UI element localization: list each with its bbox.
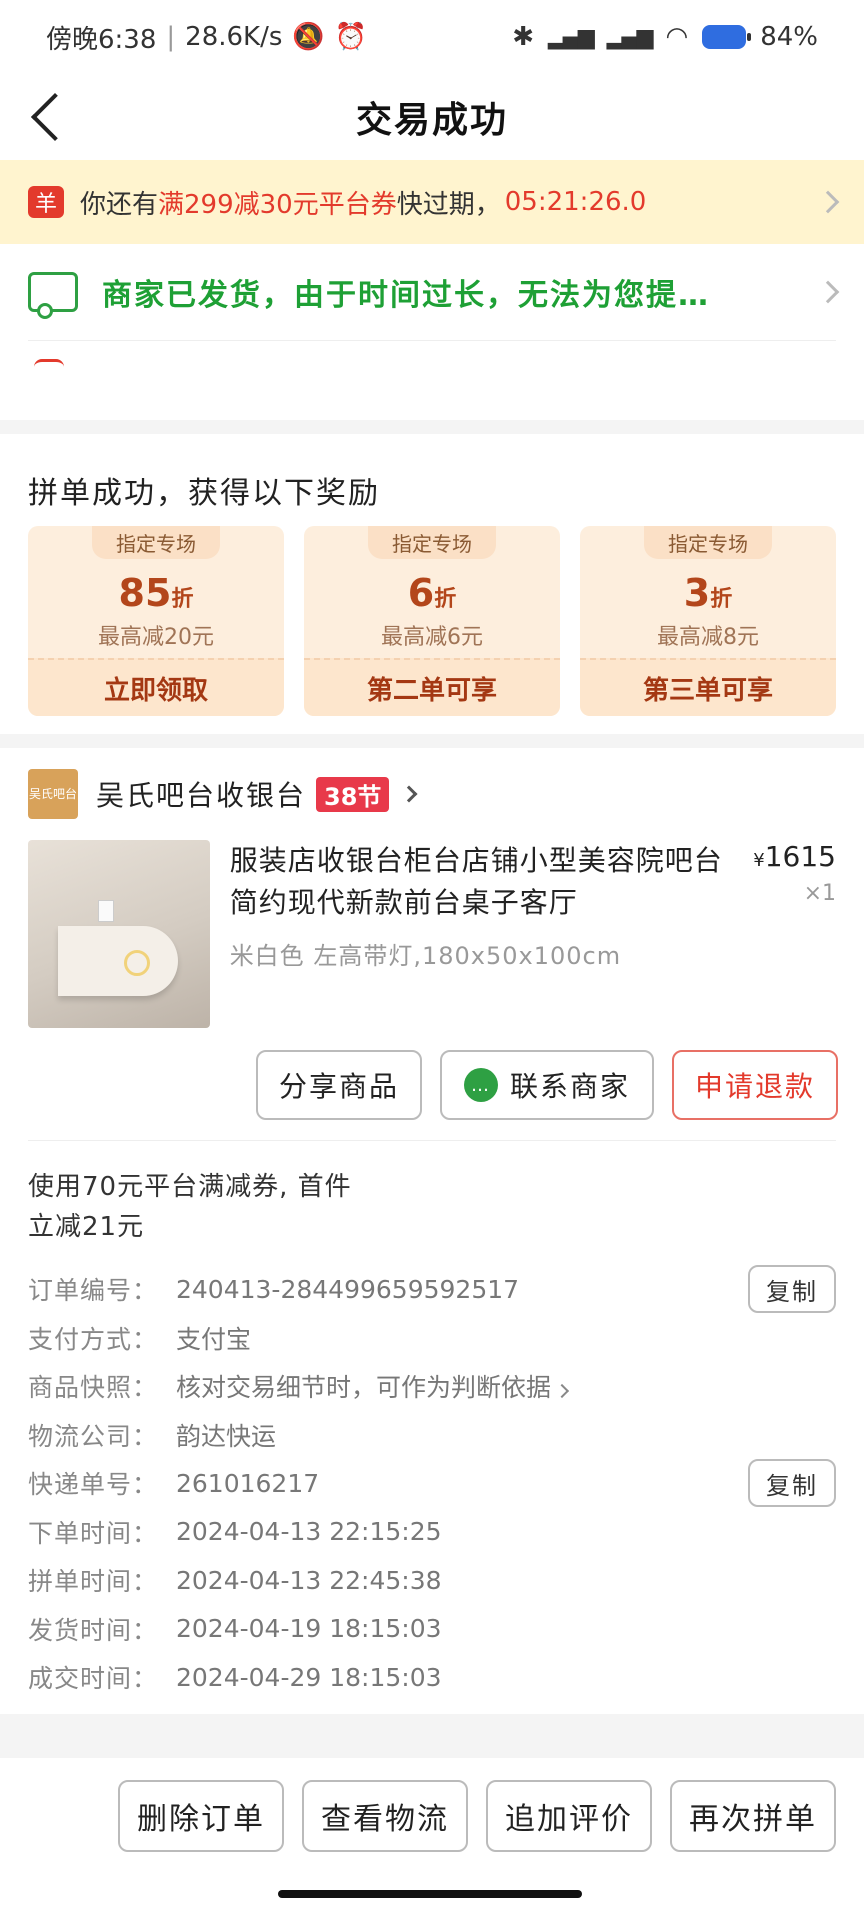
chevron-right-icon [400, 785, 418, 803]
reward-max: 最高减20元 [98, 625, 214, 650]
status-bar: 傍晚6:38 | 28.6K/s 🔕 ⏰ ✱ ▂▄▆ ▂▄▆ ◠ 84% [0, 0, 864, 74]
reward-discount: 85折 [118, 571, 194, 615]
reward-card[interactable]: 指定专场 6折 最高减6元 第二单可享 [304, 526, 560, 716]
reward-tag: 指定专场 [368, 526, 496, 559]
info-row: 成交时间： 2024-04-29 18:15:03 [28, 1653, 836, 1702]
reward-card[interactable]: 指定专场 85折 最高减20元 立即领取 [28, 526, 284, 716]
refund-button[interactable]: 申请退款 [672, 1050, 838, 1120]
logistics-company: 韵达快运 [176, 1421, 277, 1451]
info-row: 支付方式： 支付宝 [28, 1314, 836, 1363]
order-info: 订单编号： 240413-284499659592517 复制 支付方式： 支付… [0, 1265, 864, 1702]
view-logistics-button[interactable]: 查看物流 [302, 1780, 468, 1852]
product-spec: 米白色 左高带灯,180x50x100cm [229, 942, 622, 970]
share-button[interactable]: 分享商品 [256, 1050, 422, 1120]
rebuy-button[interactable]: 再次拼单 [670, 1780, 836, 1852]
wifi-icon: ◠ [665, 22, 689, 52]
shipping-status-row[interactable]: 商家已发货，由于时间过长，无法为您提… [0, 244, 864, 340]
shop-row[interactable]: 吴氏吧台 吴氏吧台收银台 38节 [0, 748, 864, 840]
back-icon[interactable] [26, 90, 66, 142]
page-title: 交易成功 [355, 100, 508, 141]
reward-discount: 6折 [407, 571, 457, 615]
coupon-suffix: 快过期， [396, 189, 501, 220]
signal-icon: ▂▄▆ [547, 24, 595, 50]
copy-tracking-number-button[interactable]: 复制 [748, 1459, 836, 1508]
coupon-expiry-bar[interactable]: 羊 你还有 满299减30元平台券 快过期， 05:21:26.0 [0, 160, 864, 244]
nav-bar: 交易成功 [0, 74, 864, 160]
chevron-right-icon [816, 280, 840, 304]
reward-tag: 指定专场 [644, 526, 772, 559]
truck-icon [28, 272, 78, 319]
goods-item[interactable]: 服装店收银台柜台店铺小型美容院吧台简约现代新款前台桌子客厅 米白色 左高带灯,1… [0, 840, 864, 1050]
contact-seller-button[interactable]: … 联系商家 [440, 1050, 654, 1120]
reward-max: 最高减6元 [381, 625, 483, 650]
product-title: 服装店收银台柜台店铺小型美容院吧台简约现代新款前台桌子客厅 [229, 844, 723, 919]
info-row: 订单编号： 240413-284499659592517 复制 [28, 1265, 836, 1314]
reward-section: 拼单成功，获得以下奖励 指定专场 85折 最高减20元 立即领取 指定专场 6折… [0, 434, 864, 734]
copy-order-number-button[interactable]: 复制 [748, 1265, 836, 1314]
info-row: 发货时间： 2024-04-19 18:15:03 [28, 1605, 836, 1654]
done-time: 2024-04-29 18:15:03 [176, 1662, 442, 1692]
clock: 傍晚6:38 [46, 24, 157, 55]
signal-icon: ▂▄▆ [606, 24, 654, 50]
snapshot-text: 核对交易细节时，可作为判断依据 [176, 1368, 836, 1404]
info-row: 下单时间： 2024-04-13 22:15:25 [28, 1508, 836, 1557]
reward-tag: 指定专场 [92, 526, 220, 559]
reward-card[interactable]: 指定专场 3折 最高减8元 第三单可享 [580, 526, 836, 716]
product-quantity: ×1 [803, 881, 836, 906]
coupon-highlight: 满299减30元平台券 [158, 189, 397, 220]
battery-level: 84% [760, 22, 818, 52]
shop-logo: 吴氏吧台 [28, 769, 78, 819]
reward-action: 第三单可享 [580, 658, 836, 716]
add-review-button[interactable]: 追加评价 [486, 1780, 652, 1852]
info-row: 拼单时间： 2024-04-13 22:45:38 [28, 1556, 836, 1605]
chat-icon: … [463, 1068, 498, 1102]
shop-name: 吴氏吧台收银台 [96, 779, 307, 812]
chevron-right-icon [816, 190, 840, 214]
tracking-number: 261016217 [176, 1468, 320, 1498]
coupon-prefix: 你还有 [80, 189, 159, 220]
battery-icon [702, 25, 752, 49]
bluetooth-icon: ✱ [512, 22, 534, 52]
divider [28, 340, 836, 341]
snapshot-row[interactable]: 商品快照： 核对交易细节时，可作为判断依据 [28, 1362, 836, 1411]
shipping-status-text: 商家已发货，由于时间过长，无法为您提… [102, 278, 710, 313]
alarm-icon: ⏰ [334, 22, 368, 52]
chevron-right-icon [554, 1384, 570, 1399]
product-price: ¥1615 [753, 840, 836, 873]
reward-title: 拼单成功，获得以下奖励 [28, 476, 380, 511]
festival-badge: 38节 [316, 776, 390, 812]
coupon-timer: 05:21:26.0 [504, 187, 647, 217]
product-image[interactable] [28, 840, 210, 1028]
shipping-card: 商家已发货，由于时间过长，无法为您提… [0, 244, 864, 420]
info-row: 物流公司： 韵达快运 [28, 1411, 836, 1460]
bottom-action-bar: 删除订单 查看物流 追加评价 再次拼单 [0, 1758, 864, 1920]
order-time: 2024-04-13 22:15:25 [176, 1517, 442, 1547]
home-indicator[interactable] [278, 1890, 582, 1898]
status-separator: | [166, 22, 176, 52]
coupon-icon: 羊 [28, 186, 64, 218]
reward-max: 最高减8元 [657, 625, 759, 650]
info-row: 快递单号： 261016217 复制 [28, 1459, 836, 1508]
order-number: 240413-284499659592517 [176, 1274, 520, 1304]
delete-order-button[interactable]: 删除订单 [118, 1780, 284, 1852]
group-time: 2024-04-13 22:45:38 [176, 1565, 442, 1595]
mute-icon: 🔕 [292, 22, 325, 52]
order-card: 吴氏吧台 吴氏吧台收银台 38节 服装店收银台柜台店铺小型美容院吧台简约现代新款… [0, 748, 864, 1714]
claim-button[interactable]: 立即领取 [28, 658, 284, 716]
reward-action: 第二单可享 [304, 658, 560, 716]
network-speed: 28.6K/s [185, 22, 283, 52]
promo-note: 使用70元平台满减券, 首件 立减21元 [28, 1172, 352, 1242]
reward-discount: 3折 [683, 571, 733, 615]
ship-time: 2024-04-19 18:15:03 [176, 1614, 442, 1644]
payment-method: 支付宝 [176, 1324, 252, 1354]
loading-arc-icon [34, 359, 64, 367]
